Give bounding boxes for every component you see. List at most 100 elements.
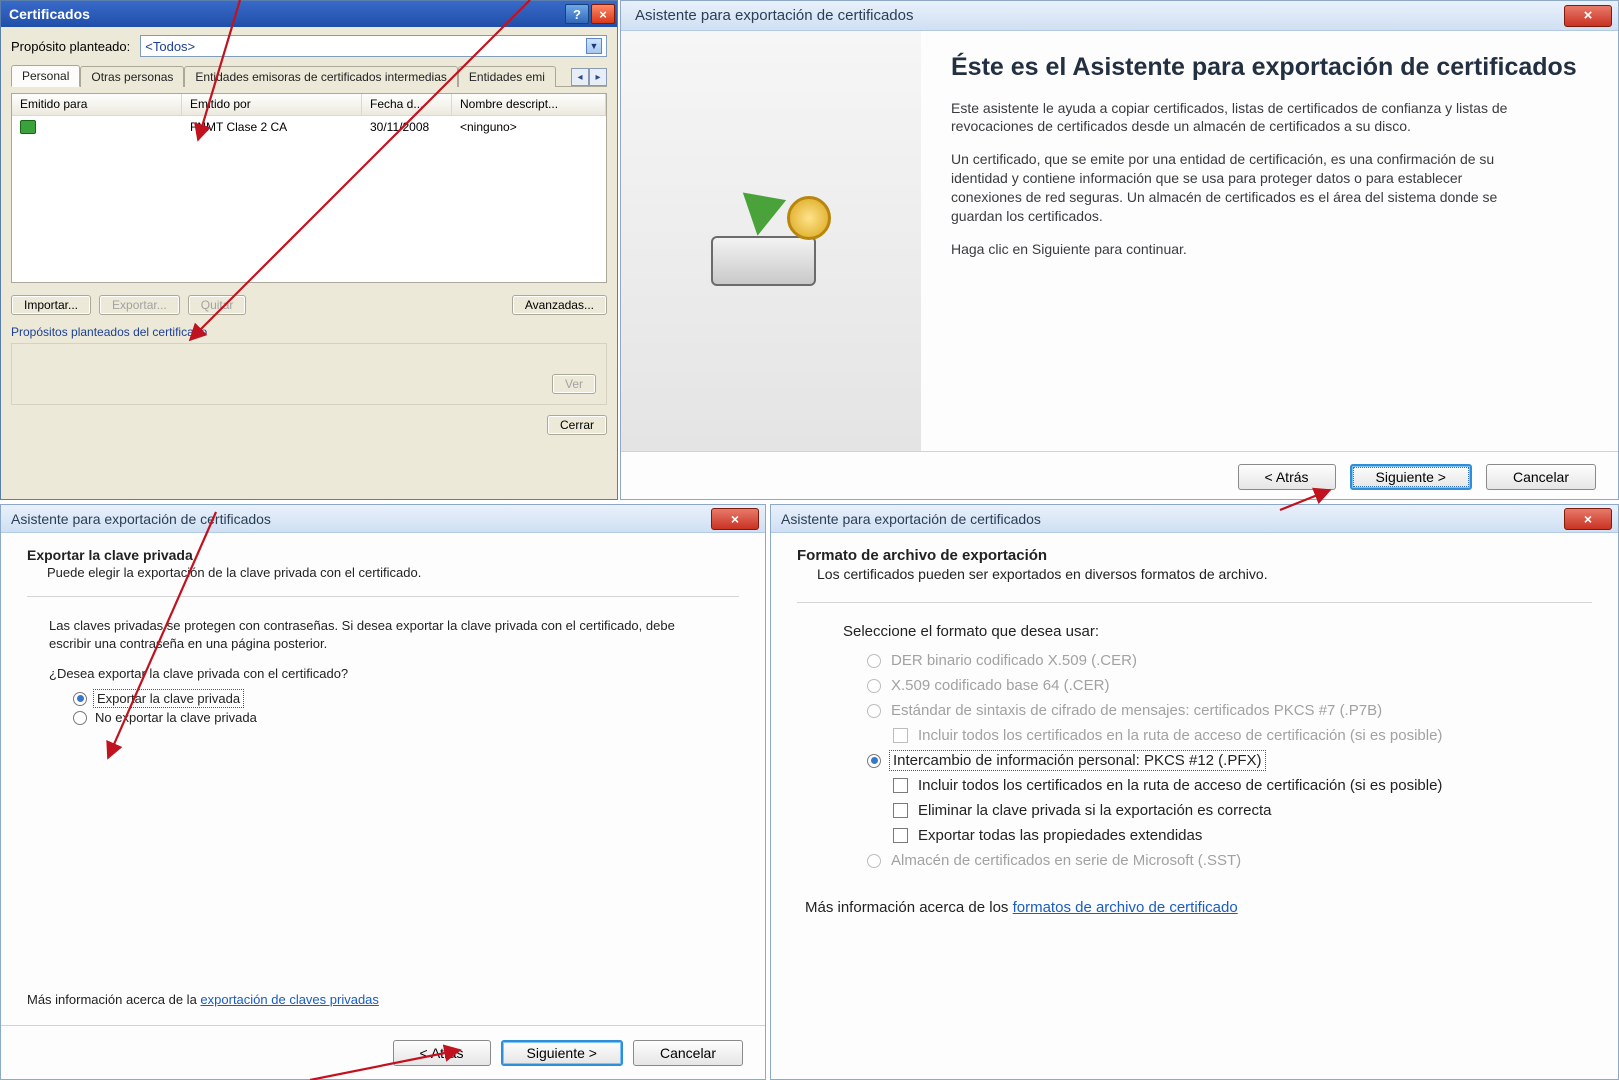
wizard-paragraph-1: Este asistente le ayuda a copiar certifi… bbox=[951, 99, 1511, 137]
col-friendly-name[interactable]: Nombre descript... bbox=[452, 94, 606, 115]
tab-scroll-right[interactable]: ▸ bbox=[589, 68, 607, 86]
import-button[interactable]: Importar... bbox=[11, 295, 91, 315]
export-button[interactable]: Exportar... bbox=[99, 295, 180, 315]
wizard-title: Asistente para exportación de certificad… bbox=[635, 7, 914, 24]
certificate-seal-icon bbox=[787, 196, 831, 240]
close-button[interactable]: × bbox=[591, 4, 615, 24]
tab-root-ca-truncated[interactable]: Entidades emi bbox=[458, 66, 556, 87]
option-export-key-label: Exportar la clave privada bbox=[95, 691, 242, 706]
next-button[interactable]: Siguiente > bbox=[501, 1040, 623, 1066]
certificate-purposes-box: Ver bbox=[11, 343, 607, 405]
option-pfx-include-chain-label: Incluir todos los certificados en la rut… bbox=[918, 777, 1442, 794]
option-der: DER binario codificado X.509 (.CER) bbox=[867, 652, 1592, 669]
cell-issued-by: FNMT Clase 2 CA bbox=[182, 120, 362, 134]
option-pfx[interactable]: Intercambio de información personal: PKC… bbox=[867, 752, 1592, 769]
close-button[interactable]: × bbox=[1564, 508, 1612, 530]
certificates-dialog: Certificados ? × Propósito planteado: <T… bbox=[0, 0, 618, 500]
page-heading: Exportar la clave privada bbox=[27, 547, 739, 563]
more-info-prefix: Más información acerca de la bbox=[27, 992, 200, 1007]
back-button[interactable]: < Atrás bbox=[393, 1040, 491, 1066]
option-base64-label: X.509 codificado base 64 (.CER) bbox=[891, 677, 1109, 694]
cell-expiration: 30/11/2008 bbox=[362, 120, 452, 134]
option-p7b-label: Estándar de sintaxis de cifrado de mensa… bbox=[891, 702, 1382, 719]
cancel-button[interactable]: Cancelar bbox=[1486, 464, 1596, 490]
certificates-table: Emitido para Emitido por Fecha d... Nomb… bbox=[11, 93, 607, 283]
option-no-export-key-label: No exportar la clave privada bbox=[95, 710, 257, 725]
question-text: ¿Desea exportar la clave privada con el … bbox=[49, 666, 739, 681]
checkbox-icon bbox=[893, 803, 908, 818]
close-button[interactable]: × bbox=[1564, 5, 1612, 27]
view-button[interactable]: Ver bbox=[552, 374, 596, 394]
radio-icon bbox=[867, 704, 881, 718]
divider bbox=[797, 602, 1592, 603]
option-pfx-extended-props-label: Exportar todas las propiedades extendida… bbox=[918, 827, 1202, 844]
col-issued-by[interactable]: Emitido por bbox=[182, 94, 362, 115]
option-der-label: DER binario codificado X.509 (.CER) bbox=[891, 652, 1137, 669]
wizard-titlebar: Asistente para exportación de certificad… bbox=[1, 505, 765, 533]
radio-icon bbox=[867, 854, 881, 868]
certificates-tabstrip: Personal Otras personas Entidades emisor… bbox=[11, 63, 607, 87]
intended-purpose-label: Propósito planteado: bbox=[11, 39, 130, 54]
col-expiration[interactable]: Fecha d... bbox=[362, 94, 452, 115]
option-p7b-include-chain-label: Incluir todos los certificados en la rut… bbox=[918, 727, 1442, 744]
radio-icon bbox=[867, 679, 881, 693]
intended-purpose-select[interactable]: <Todos> ▼ bbox=[140, 35, 607, 57]
option-base64: X.509 codificado base 64 (.CER) bbox=[867, 677, 1592, 694]
wizard-title: Asistente para exportación de certificad… bbox=[11, 511, 271, 527]
explanation-text: Las claves privadas se protegen con cont… bbox=[49, 617, 689, 652]
tab-personal[interactable]: Personal bbox=[11, 65, 80, 87]
radio-icon bbox=[73, 711, 87, 725]
intended-purpose-value: <Todos> bbox=[145, 39, 195, 54]
wizard-titlebar: Asistente para exportación de certificad… bbox=[621, 1, 1618, 31]
export-wizard-private-key: Asistente para exportación de certificad… bbox=[0, 504, 766, 1080]
more-info-link[interactable]: formatos de archivo de certificado bbox=[1013, 899, 1238, 916]
wizard-title: Asistente para exportación de certificad… bbox=[781, 511, 1041, 527]
certificate-icon bbox=[20, 120, 36, 134]
option-sst: Almacén de certificados en serie de Micr… bbox=[867, 852, 1592, 869]
certificate-row[interactable]: FNMT Clase 2 CA 30/11/2008 <ninguno> bbox=[12, 116, 606, 138]
checkbox-icon bbox=[893, 728, 908, 743]
option-pfx-delete-key-label: Eliminar la clave privada si la exportac… bbox=[918, 802, 1272, 819]
wizard-titlebar: Asistente para exportación de certificad… bbox=[771, 505, 1618, 533]
certificates-titlebar: Certificados ? × bbox=[1, 1, 617, 27]
option-sst-label: Almacén de certificados en serie de Micr… bbox=[891, 852, 1241, 869]
option-p7b: Estándar de sintaxis de cifrado de mensa… bbox=[867, 702, 1592, 719]
option-pfx-extended-props[interactable]: Exportar todas las propiedades extendida… bbox=[893, 827, 1592, 844]
back-button[interactable]: < Atrás bbox=[1238, 464, 1336, 490]
help-button[interactable]: ? bbox=[565, 4, 589, 24]
section-label: Seleccione el formato que desea usar: bbox=[843, 623, 1592, 640]
export-wizard-welcome: Asistente para exportación de certificad… bbox=[620, 0, 1619, 500]
col-issued-to[interactable]: Emitido para bbox=[12, 94, 182, 115]
option-export-key[interactable]: Exportar la clave privada bbox=[73, 691, 739, 706]
radio-icon bbox=[867, 654, 881, 668]
close-button[interactable]: × bbox=[711, 508, 759, 530]
more-info-link[interactable]: exportación de claves privadas bbox=[200, 992, 379, 1007]
advanced-button[interactable]: Avanzadas... bbox=[512, 295, 607, 315]
more-info-row: Más información acerca de los formatos d… bbox=[805, 899, 1592, 916]
radio-icon bbox=[867, 754, 881, 768]
more-info-prefix: Más información acerca de los bbox=[805, 899, 1013, 916]
export-wizard-file-format: Asistente para exportación de certificad… bbox=[770, 504, 1619, 1080]
page-subheading: Los certificados pueden ser exportados e… bbox=[817, 566, 1592, 582]
option-pfx-include-chain[interactable]: Incluir todos los certificados en la rut… bbox=[893, 777, 1592, 794]
tab-other-people[interactable]: Otras personas bbox=[80, 66, 184, 87]
cell-friendly-name: <ninguno> bbox=[452, 120, 606, 134]
option-pfx-label: Intercambio de información personal: PKC… bbox=[891, 752, 1264, 769]
wizard-heading: Éste es el Asistente para exportación de… bbox=[951, 53, 1582, 83]
remove-button[interactable]: Quitar bbox=[188, 295, 247, 315]
checkbox-icon bbox=[893, 778, 908, 793]
divider bbox=[27, 596, 739, 597]
page-subheading: Puede elegir la exportación de la clave … bbox=[47, 565, 739, 580]
tab-scroll-left[interactable]: ◂ bbox=[571, 68, 589, 86]
certificates-title: Certificados bbox=[9, 6, 90, 22]
wizard-paragraph-2: Un certificado, que se emite por una ent… bbox=[951, 150, 1511, 226]
close-dialog-button[interactable]: Cerrar bbox=[547, 415, 607, 435]
cancel-button[interactable]: Cancelar bbox=[633, 1040, 743, 1066]
wizard-sidebar-graphic bbox=[621, 31, 921, 451]
option-pfx-delete-key[interactable]: Eliminar la clave privada si la exportac… bbox=[893, 802, 1592, 819]
certificate-purposes-label: Propósitos planteados del certificado bbox=[11, 325, 607, 339]
tab-intermediate-ca[interactable]: Entidades emisoras de certificados inter… bbox=[184, 66, 457, 87]
option-no-export-key[interactable]: No exportar la clave privada bbox=[73, 710, 739, 725]
next-button[interactable]: Siguiente > bbox=[1350, 464, 1472, 490]
radio-icon bbox=[73, 692, 87, 706]
